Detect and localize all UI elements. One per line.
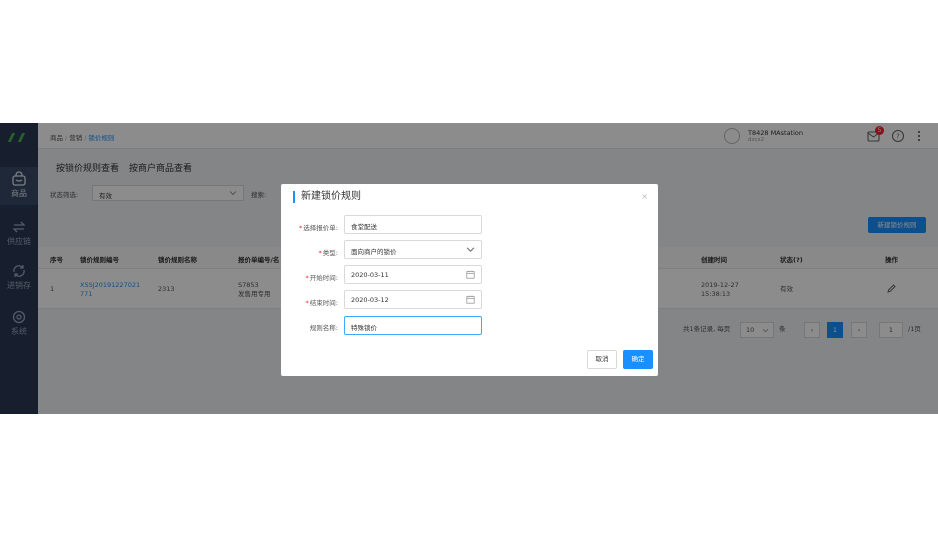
new-rule-dialog: 新建锁价规则 × *选择报价单: 食堂配送 *类型: 面向商户的锁价 *开始时间… [281, 184, 658, 376]
quote-select[interactable]: 食堂配送 [344, 215, 482, 234]
rule-name-input[interactable]: 特殊锁价 [344, 316, 482, 335]
confirm-button[interactable]: 确定 [623, 350, 653, 369]
field-label-rule-name: 规则名称: [309, 324, 338, 332]
close-icon[interactable]: × [641, 192, 648, 201]
field-label-type: *类型: [318, 249, 338, 257]
field-label-end: *结束时间: [305, 299, 338, 307]
type-select-value: 面向商户的锁价 [351, 248, 397, 256]
cancel-button[interactable]: 取消 [587, 350, 617, 369]
end-date-value: 2020-03-12 [351, 296, 389, 304]
calendar-icon [466, 270, 475, 279]
field-label-start: *开始时间: [305, 274, 338, 282]
chevron-down-icon [466, 247, 475, 252]
rule-name-value: 特殊锁价 [351, 324, 377, 332]
type-select[interactable]: 面向商户的锁价 [344, 240, 482, 259]
end-date-picker[interactable]: 2020-03-12 [344, 290, 482, 309]
start-date-value: 2020-03-11 [351, 271, 389, 279]
start-date-picker[interactable]: 2020-03-11 [344, 265, 482, 284]
field-label-quote: *选择报价单: [299, 224, 338, 232]
dialog-title: 新建锁价规则 [293, 191, 361, 203]
calendar-icon [466, 295, 475, 304]
quote-select-value: 食堂配送 [351, 223, 377, 231]
